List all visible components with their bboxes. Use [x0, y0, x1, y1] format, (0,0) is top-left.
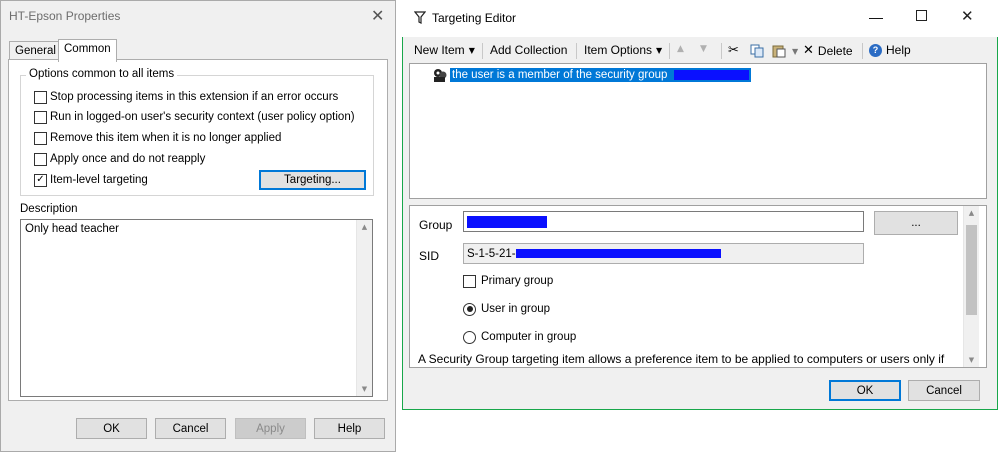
dropdown-caret-icon: ▼: [468, 45, 475, 55]
option-apply-once[interactable]: Apply once and do not reapply: [34, 151, 205, 167]
add-collection-button[interactable]: Add Collection: [490, 43, 567, 57]
close-icon[interactable]: ✕: [961, 7, 974, 25]
delete-button[interactable]: ✕ Delete: [803, 43, 853, 58]
targeting-tree[interactable]: [409, 63, 987, 199]
properties-dialog-title: HT-Epson Properties: [9, 9, 121, 23]
tab-general[interactable]: General: [9, 41, 62, 61]
tree-item-label: the user is a member of the security gro…: [452, 69, 668, 81]
targeting-button[interactable]: Targeting...: [259, 170, 366, 190]
toolbar-separator: [669, 43, 670, 59]
tab-common[interactable]: Common: [58, 39, 117, 62]
editor-cancel-button[interactable]: Cancel: [908, 380, 980, 401]
cancel-button[interactable]: Cancel: [155, 418, 226, 439]
item-options-label: Item Options: [584, 43, 653, 57]
paste-dropdown-icon[interactable]: ▼: [792, 47, 798, 56]
redacted-sid: [515, 249, 721, 258]
checkbox[interactable]: [34, 152, 47, 166]
option-remove-when-not-applied[interactable]: Remove this item when it is no longer ap…: [34, 130, 281, 146]
sid-prefix: S-1-5-21-: [467, 247, 516, 260]
checkbox[interactable]: [34, 110, 47, 124]
help-icon: ?: [869, 43, 882, 57]
description-scrollbar[interactable]: ▲ ▼: [356, 220, 372, 396]
properties-scrollbar[interactable]: ▲ ▼: [963, 206, 979, 367]
scroll-up-icon[interactable]: ▲: [357, 220, 372, 231]
sid-field[interactable]: S-1-5-21-: [463, 243, 864, 264]
new-item-label: New Item: [414, 43, 465, 57]
checkbox[interactable]: [34, 90, 47, 104]
item-options-menu[interactable]: Item Options ▼: [584, 43, 662, 57]
editor-ok-button[interactable]: OK: [829, 380, 901, 401]
scroll-down-icon[interactable]: ▼: [964, 356, 979, 364]
group-label: Group: [419, 218, 453, 232]
description-text: Only head teacher: [25, 223, 119, 235]
dropdown-caret-icon: ▼: [656, 45, 663, 55]
option-label: Item-level targeting: [50, 174, 148, 186]
checkbox-checked[interactable]: ✓: [34, 173, 47, 187]
maximize-icon[interactable]: [916, 10, 927, 21]
sid-label: SID: [419, 249, 440, 263]
option-label: Remove this item when it is no longer ap…: [50, 132, 282, 144]
toolbar-separator: [482, 43, 483, 59]
security-group-icon: [432, 67, 448, 86]
group-name-field[interactable]: [463, 211, 864, 232]
redacted-group-field: [467, 215, 547, 228]
move-down-icon[interactable]: ▼: [700, 44, 707, 54]
primary-group-option[interactable]: Primary group: [463, 273, 553, 289]
move-up-icon[interactable]: ▲: [677, 44, 684, 54]
checkbox[interactable]: [34, 131, 47, 145]
scroll-up-icon[interactable]: ▲: [964, 206, 979, 217]
option-label: Apply once and do not reapply: [50, 153, 206, 165]
help-toolbar-button[interactable]: ? Help: [869, 43, 911, 57]
option-run-as-user[interactable]: Run in logged-on user's security context…: [34, 109, 355, 125]
radio-unselected[interactable]: [463, 330, 476, 344]
computer-in-group-option[interactable]: Computer in group: [463, 329, 576, 345]
checkbox[interactable]: [463, 274, 476, 288]
user-in-group-option[interactable]: User in group: [463, 301, 550, 317]
ok-button[interactable]: OK: [76, 418, 147, 439]
description-label: Description: [20, 203, 78, 215]
toolbar-separator: [721, 43, 722, 59]
filter-icon: [413, 11, 427, 27]
description-textarea[interactable]: Only head teacher ▲ ▼: [20, 219, 373, 397]
option-label: Stop processing items in this extension …: [50, 91, 339, 103]
minimize-icon[interactable]: —: [869, 9, 883, 25]
user-in-group-label: User in group: [481, 303, 551, 315]
radio-selected[interactable]: [463, 302, 476, 316]
cut-icon[interactable]: ✂: [728, 43, 739, 58]
copy-icon[interactable]: [750, 44, 764, 61]
help-label: Help: [886, 43, 911, 57]
editor-title: Targeting Editor: [432, 11, 517, 25]
new-item-menu[interactable]: New Item ▼: [414, 43, 475, 57]
delete-label: Delete: [817, 43, 853, 58]
browse-group-button[interactable]: ...: [874, 211, 958, 235]
toolbar-separator: [576, 43, 577, 59]
delete-x-icon: ✕: [803, 43, 814, 58]
computer-in-group-label: Computer in group: [481, 331, 577, 343]
toolbar-separator: [862, 43, 863, 59]
options-group-label: Options common to all items: [26, 68, 178, 80]
redacted-group-name: [673, 69, 749, 80]
help-text: A Security Group targeting item allows a…: [418, 352, 945, 366]
paste-icon[interactable]: [772, 44, 786, 61]
tree-item-security-group[interactable]: the user is a member of the security gro…: [450, 68, 751, 82]
option-label: Run in logged-on user's security context…: [50, 111, 355, 123]
close-icon[interactable]: ✕: [371, 6, 384, 25]
option-stop-processing[interactable]: Stop processing items in this extension …: [34, 89, 338, 105]
help-button[interactable]: Help: [314, 418, 385, 439]
apply-button[interactable]: Apply: [235, 418, 306, 439]
scroll-thumb[interactable]: [966, 225, 977, 315]
option-item-level-targeting[interactable]: ✓ Item-level targeting: [34, 172, 148, 188]
primary-group-label: Primary group: [481, 275, 554, 287]
scroll-down-icon[interactable]: ▼: [357, 385, 372, 393]
